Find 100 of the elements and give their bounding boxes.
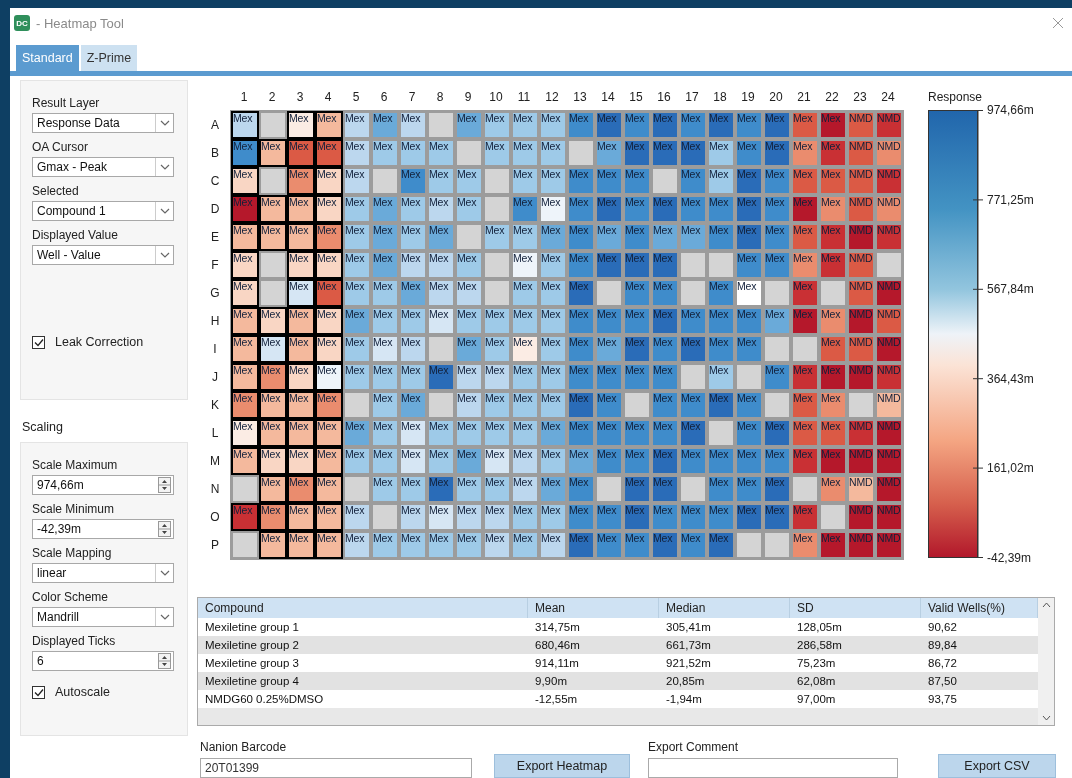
plate-well[interactable] [735, 363, 763, 391]
plate-well[interactable]: Mex [595, 419, 623, 447]
plate-well[interactable]: Mex [231, 391, 259, 419]
plate-well[interactable]: Mex [679, 307, 707, 335]
plate-well[interactable]: Mex [427, 419, 455, 447]
plate-well[interactable]: Mex [651, 419, 679, 447]
plate-well[interactable]: Mex [371, 279, 399, 307]
plate-well[interactable] [567, 139, 595, 167]
plate-well[interactable]: Mex [791, 531, 819, 559]
plate-well[interactable]: Mex [539, 447, 567, 475]
plate-well[interactable]: Mex [651, 391, 679, 419]
plate-well[interactable] [483, 195, 511, 223]
plate-well[interactable]: Mex [707, 139, 735, 167]
plate-well[interactable]: Mex [567, 307, 595, 335]
plate-well[interactable]: Mex [707, 503, 735, 531]
plate-well[interactable]: Mex [455, 391, 483, 419]
plate-well[interactable]: Mex [763, 195, 791, 223]
plate-well[interactable]: Mex [623, 363, 651, 391]
plate-well[interactable]: Mex [315, 335, 343, 363]
plate-well[interactable]: Mex [483, 223, 511, 251]
plate-well[interactable] [847, 391, 875, 419]
plate-well[interactable]: Mex [511, 307, 539, 335]
export-heatmap-button[interactable]: Export Heatmap [494, 754, 630, 778]
plate-well[interactable] [343, 391, 371, 419]
plate-well[interactable] [455, 139, 483, 167]
plate-well[interactable]: Mex [707, 307, 735, 335]
plate-well[interactable]: Mex [287, 419, 315, 447]
dropdown[interactable]: Gmax - Peak [32, 157, 174, 177]
plate-well[interactable]: Mex [371, 531, 399, 559]
plate-well[interactable]: Mex [315, 447, 343, 475]
plate-well[interactable]: Mex [623, 167, 651, 195]
plate-well[interactable]: Mex [735, 447, 763, 475]
plate-well[interactable]: Mex [567, 335, 595, 363]
plate-well[interactable]: Mex [539, 139, 567, 167]
plate-well[interactable]: Mex [371, 391, 399, 419]
checkbox[interactable] [32, 335, 45, 349]
plate-well[interactable]: NMD [875, 195, 903, 223]
plate-well[interactable]: Mex [763, 223, 791, 251]
plate-well[interactable]: Mex [427, 167, 455, 195]
plate-well[interactable]: Mex [315, 307, 343, 335]
plate-well[interactable] [763, 391, 791, 419]
plate-well[interactable]: Mex [791, 111, 819, 139]
plate-well[interactable]: Mex [595, 391, 623, 419]
plate-well[interactable]: Mex [427, 447, 455, 475]
plate-well[interactable] [371, 167, 399, 195]
plate-well[interactable]: Mex [231, 111, 259, 139]
plate-well[interactable]: Mex [763, 363, 791, 391]
plate-well[interactable]: Mex [623, 195, 651, 223]
plate-well[interactable]: Mex [371, 447, 399, 475]
plate-well[interactable]: Mex [231, 167, 259, 195]
plate-well[interactable]: Mex [539, 335, 567, 363]
plate-well[interactable]: Mex [315, 503, 343, 531]
plate-well[interactable]: Mex [735, 391, 763, 419]
plate-well[interactable] [623, 391, 651, 419]
dropdown[interactable]: Response Data [32, 113, 174, 133]
scroll-down-icon[interactable] [1041, 715, 1051, 721]
plate-well[interactable] [791, 335, 819, 363]
plate-well[interactable]: Mex [371, 139, 399, 167]
plate-well[interactable]: Mex [791, 419, 819, 447]
plate-well[interactable]: NMD [847, 335, 875, 363]
plate-well[interactable]: Mex [483, 419, 511, 447]
plate-well[interactable]: NMD [847, 251, 875, 279]
plate-well[interactable]: Mex [455, 503, 483, 531]
plate-well[interactable] [735, 531, 763, 559]
plate-well[interactable]: Mex [315, 251, 343, 279]
plate-well[interactable]: Mex [343, 111, 371, 139]
plate-well[interactable]: Mex [511, 223, 539, 251]
plate-well[interactable] [763, 279, 791, 307]
plate-well[interactable]: Mex [231, 363, 259, 391]
plate-well[interactable]: Mex [511, 167, 539, 195]
plate-well[interactable]: Mex [679, 223, 707, 251]
plate-well[interactable]: Mex [735, 419, 763, 447]
plate-well[interactable]: Mex [511, 419, 539, 447]
plate-well[interactable]: Mex [343, 279, 371, 307]
spin-arrows-icon[interactable] [158, 521, 171, 537]
plate-well[interactable]: Mex [791, 139, 819, 167]
plate-well[interactable]: Mex [651, 223, 679, 251]
plate-well[interactable] [679, 363, 707, 391]
plate-well[interactable]: Mex [483, 391, 511, 419]
plate-well[interactable] [483, 167, 511, 195]
plate-well[interactable]: Mex [231, 447, 259, 475]
plate-well[interactable]: Mex [539, 251, 567, 279]
plate-well[interactable]: Mex [511, 251, 539, 279]
plate-well[interactable]: Mex [371, 335, 399, 363]
plate-well[interactable]: Mex [455, 531, 483, 559]
spin-field[interactable]: -42,39m [32, 519, 174, 539]
plate-well[interactable]: Mex [427, 531, 455, 559]
plate-well[interactable] [679, 251, 707, 279]
plate-well[interactable]: Mex [399, 419, 427, 447]
plate-well[interactable]: Mex [539, 307, 567, 335]
plate-well[interactable]: Mex [483, 307, 511, 335]
plate-well[interactable]: Mex [343, 167, 371, 195]
plate-well[interactable]: Mex [567, 419, 595, 447]
plate-well[interactable]: Mex [371, 251, 399, 279]
plate-well[interactable]: Mex [763, 307, 791, 335]
plate-well[interactable]: Mex [343, 251, 371, 279]
plate-well[interactable]: Mex [679, 447, 707, 475]
plate-well[interactable] [483, 251, 511, 279]
plate-well[interactable]: Mex [371, 419, 399, 447]
plate-well[interactable]: Mex [343, 307, 371, 335]
